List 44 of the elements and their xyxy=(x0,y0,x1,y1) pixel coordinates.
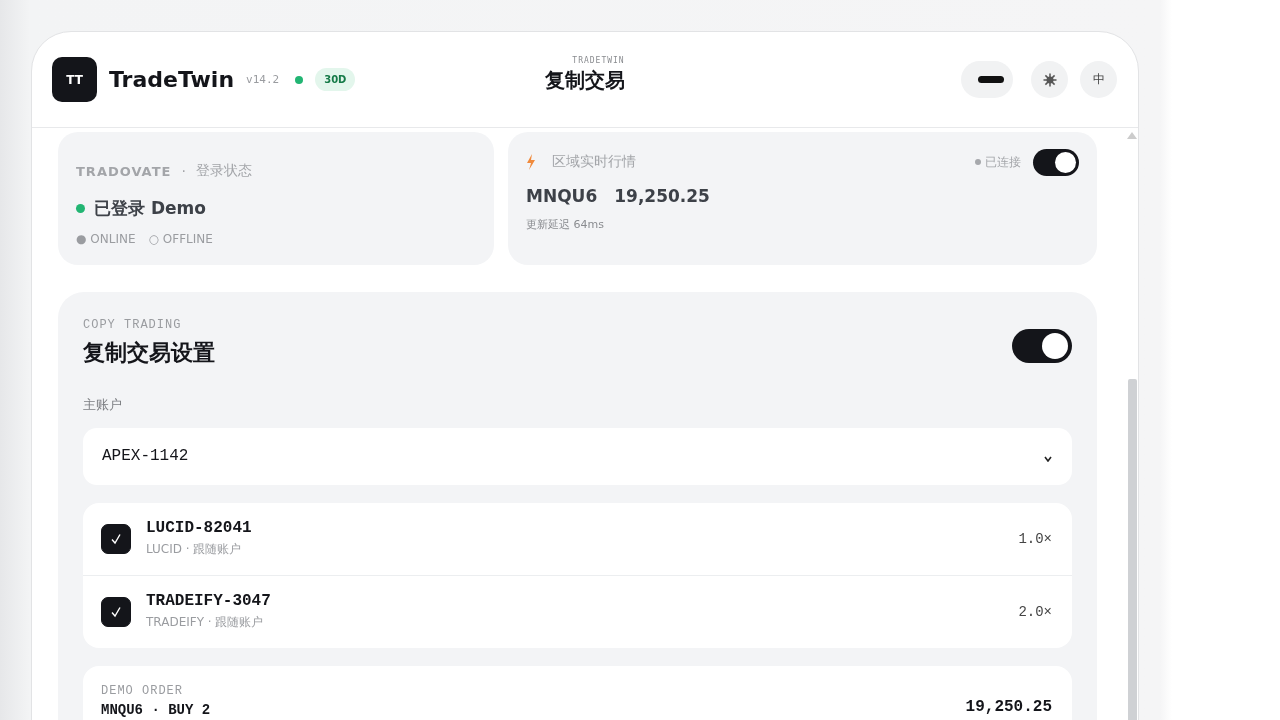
symbol: MNQU6 xyxy=(526,186,598,206)
version-label: v14.2 xyxy=(246,73,280,86)
bar-icon xyxy=(978,76,1004,83)
follower-account: LUCID-82041 xyxy=(146,519,252,538)
order-eyebrow: DEMO ORDER xyxy=(101,683,183,698)
master-account-select[interactable]: APEX-1142 xyxy=(83,428,1072,485)
follower-subtitle: TRADEIFY · 跟随账户 xyxy=(146,614,264,632)
multiplier-label: 1.0× xyxy=(1018,530,1052,547)
market-title: 区域实时行情 xyxy=(552,153,636,171)
lightning-icon xyxy=(526,154,536,170)
theme-button[interactable] xyxy=(1031,61,1068,98)
check-icon xyxy=(110,532,122,545)
sun-icon xyxy=(1042,72,1057,87)
separator-dot: · xyxy=(181,163,186,179)
copy-trading-toggle[interactable] xyxy=(1012,329,1072,363)
chevron-icon xyxy=(1044,456,1052,463)
logo-icon: TT xyxy=(52,57,97,102)
login-label: 登录状态 xyxy=(195,162,252,180)
checkbox[interactable] xyxy=(101,596,131,627)
follower-account: TRADEIFY-3047 xyxy=(146,592,271,611)
app-name: TradeTwin xyxy=(109,67,235,92)
language-button[interactable]: 中 xyxy=(1080,61,1117,98)
page-title: 复制交易 xyxy=(545,67,625,94)
order-summary: MNQU6 · BUY 2 xyxy=(101,701,211,718)
connection-dot xyxy=(975,159,981,165)
connection-status: 已连接 xyxy=(985,153,1021,171)
plan-badge: 30D xyxy=(315,68,356,91)
legend-label: ○ OFFLINE xyxy=(148,232,213,246)
login-status: 已登录 Demo xyxy=(94,197,206,220)
latency-label: 更新延迟 64ms xyxy=(526,217,604,232)
check-icon xyxy=(110,605,122,618)
master-account-label: 主账户 xyxy=(83,396,122,414)
checkbox[interactable] xyxy=(101,523,131,554)
font-size-button[interactable] xyxy=(961,61,1013,98)
broker-name: TRADOVATE xyxy=(76,163,172,179)
section-title: 复制交易设置 xyxy=(83,339,215,367)
multiplier-label: 2.0× xyxy=(1018,603,1052,620)
page-eyebrow: TRADETWIN xyxy=(572,56,625,65)
section-eyebrow: COPY TRADING xyxy=(83,318,182,332)
order-price: 19,250.25 xyxy=(965,697,1052,716)
market-toggle[interactable] xyxy=(1033,148,1079,176)
follower-subtitle: LUCID · 跟随账户 xyxy=(146,541,242,559)
legend-label: ● ONLINE xyxy=(76,232,136,246)
price: 19,250.25 xyxy=(614,186,710,206)
